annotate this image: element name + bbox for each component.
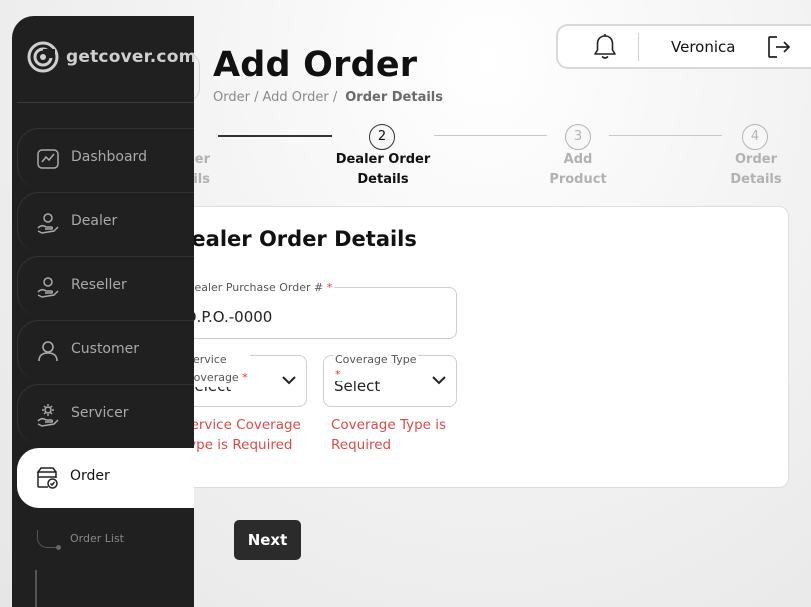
submenu-connector	[37, 530, 57, 548]
stepper-line-1b	[218, 135, 332, 137]
chevron-down-icon	[432, 376, 446, 385]
logo-mark-icon	[27, 41, 59, 73]
required-mark: *	[335, 368, 341, 381]
logo-text: getcover.com	[66, 47, 194, 67]
submenu-dot	[56, 545, 61, 550]
coverage-type-select[interactable]: Select Coverage Type *	[323, 351, 457, 407]
dealer-po-value: D.P.O.-0000	[185, 308, 273, 326]
step-3-label-line2: Product	[549, 172, 607, 187]
coverage-type-error-line1: Coverage Type is	[331, 417, 447, 433]
customer-icon	[38, 341, 58, 362]
required-mark: *	[242, 371, 248, 384]
card-title: Dealer Order Details	[174, 227, 417, 251]
step-4-label-line1: Order	[735, 152, 777, 167]
sidebar-item-label: Servicer	[71, 405, 129, 421]
dealer-po-label-text: Dealer Purchase Order #	[186, 281, 324, 294]
sidebar-item-servicer[interactable]: Servicer	[17, 384, 194, 444]
sidebar: getcover.com Dashboard Dealer Reseller C…	[12, 16, 194, 607]
reseller-icon	[37, 277, 59, 298]
coverage-type-error: Coverage Type is Required	[331, 415, 446, 455]
bell-icon[interactable]	[592, 33, 618, 61]
logo-divider	[17, 102, 194, 103]
order-icon	[36, 467, 58, 489]
service-coverage-error: Service Coverage Type is Required	[182, 415, 301, 455]
chevron-down-icon	[282, 376, 296, 385]
sidebar-item-label: Dealer	[71, 213, 118, 229]
sidebar-item-label: Order	[70, 468, 110, 484]
step-2-label-line1: Dealer Order	[335, 152, 431, 167]
step-4-label: Order Details	[701, 150, 811, 190]
dealer-po-label: Dealer Purchase Order # *	[184, 281, 335, 295]
servicer-icon	[37, 404, 59, 427]
breadcrumb: Order / Add Order / Order Details	[213, 90, 443, 105]
breadcrumb-item-order[interactable]: Order /	[213, 90, 258, 105]
logout-icon[interactable]	[766, 34, 792, 60]
sidebar-item-label: Reseller	[71, 277, 127, 293]
page-title: Add Order	[213, 45, 418, 85]
sidebar-item-customer[interactable]: Customer	[17, 320, 194, 380]
breadcrumb-current: Order Details	[345, 90, 444, 105]
dashboard-icon	[37, 149, 59, 169]
service-coverage-error-line2: Type is Required	[182, 437, 293, 453]
step-2-circle: 2	[369, 124, 395, 150]
next-button[interactable]: Next	[234, 520, 301, 560]
sidebar-item-label: Customer	[71, 341, 140, 357]
step-3-label-line1: Add	[563, 152, 593, 167]
coverage-type-error-line2: Required	[331, 437, 392, 453]
coverage-type-label: Coverage Type *	[333, 351, 419, 381]
step-3-circle: 3	[565, 124, 591, 150]
step-2-label: Dealer Order Details	[328, 150, 438, 190]
step-4-label-line2: Details	[730, 172, 782, 187]
breadcrumb-item-add-order[interactable]: Add Order /	[262, 90, 337, 105]
logo[interactable]: getcover.com	[26, 40, 194, 74]
user-divider	[638, 33, 639, 61]
sidebar-item-order[interactable]: Order	[17, 448, 194, 508]
dealer-po-field[interactable]: Dealer Purchase Order # * D.P.O.-0000	[174, 281, 457, 339]
sidebar-item-dashboard[interactable]: Dashboard	[17, 128, 194, 188]
service-coverage-label-line1: Service	[186, 353, 227, 366]
required-mark: *	[326, 281, 333, 294]
stepper-line-3	[609, 135, 722, 136]
dealer-icon	[37, 213, 59, 234]
step-3-label: Add Product	[523, 150, 633, 190]
stepper-line-2	[434, 135, 547, 136]
step-2-label-line2: Details	[357, 172, 409, 187]
sidebar-item-dealer[interactable]: Dealer	[17, 192, 194, 252]
coverage-type-label-text: Coverage Type	[335, 353, 417, 366]
user-name[interactable]: Veronica	[671, 38, 735, 56]
service-coverage-error-line1: Service Coverage	[182, 417, 301, 433]
sidebar-item-reseller[interactable]: Reseller	[17, 256, 194, 316]
submenu-line	[35, 570, 37, 607]
sidebar-subitem-order-list[interactable]: Order List	[70, 532, 124, 545]
sidebar-item-label: Dashboard	[71, 149, 147, 165]
step-4-circle: 4	[742, 124, 768, 150]
